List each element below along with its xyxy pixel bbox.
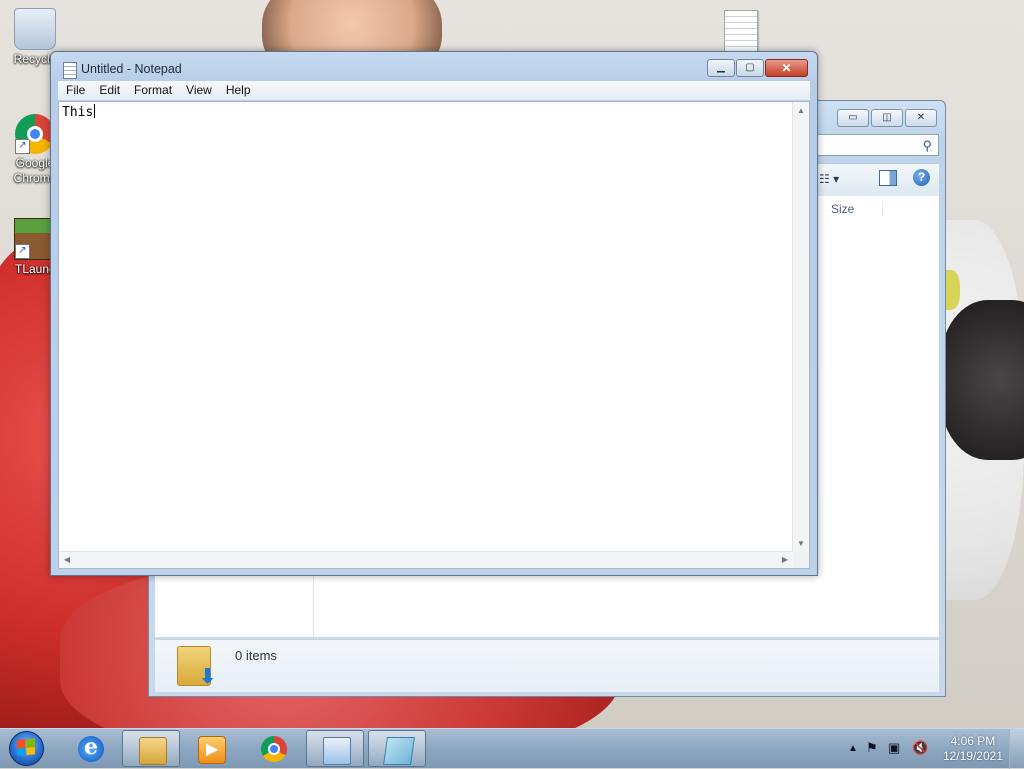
control-panel-icon [323, 737, 351, 765]
menu-help[interactable]: Help [219, 81, 258, 100]
minimize-button[interactable]: ▭ [837, 109, 869, 127]
chrome-icon: ↗ [15, 114, 55, 154]
clock-date: 12/19/2021 [942, 749, 1003, 763]
maximize-button[interactable]: ▢ [736, 59, 764, 77]
volume-muted-icon[interactable]: 🔇 [912, 740, 928, 756]
window-controls: ▭ ◫ ✕ [837, 109, 937, 127]
menu-bar: File Edit Format View Help [58, 81, 810, 100]
menu-format[interactable]: Format [127, 81, 179, 100]
system-tray: ▲ ⚑ ▣ 🔇 4:06 PM 12/19/2021 [834, 729, 1024, 769]
taskbar-internet-explorer[interactable] [62, 730, 120, 767]
shortcut-arrow-icon: ↗ [15, 139, 30, 154]
text-document-icon[interactable] [724, 10, 758, 52]
change-view-button[interactable]: ☷ ▾ [819, 172, 839, 186]
editor-text: This [62, 104, 96, 120]
shortcut-arrow-icon: ↗ [15, 244, 30, 259]
chrome-icon [261, 736, 287, 762]
text-caret [94, 104, 96, 118]
item-count: 0 items [235, 648, 277, 663]
notepad-icon [383, 737, 415, 765]
recycle-bin-icon [14, 8, 56, 50]
editor-content: This [62, 105, 94, 120]
ie-icon [78, 734, 104, 762]
wallpaper-shape [940, 300, 1024, 460]
vertical-scrollbar[interactable]: ▲ ▼ [792, 102, 809, 552]
restore-button[interactable]: ◫ [871, 109, 903, 127]
preview-pane-icon[interactable] [879, 170, 897, 186]
menu-view[interactable]: View [179, 81, 219, 100]
taskbar: ▲ ⚑ ▣ 🔇 4:06 PM 12/19/2021 [0, 728, 1024, 769]
resize-grip[interactable] [793, 552, 809, 568]
notepad-window[interactable]: Untitled - Notepad ▁ ▢ ✕ File Edit Format V… [50, 51, 818, 576]
scroll-right-icon[interactable]: ▶ [782, 555, 788, 564]
menu-file[interactable]: File [58, 81, 92, 100]
taskbar-windows-explorer[interactable] [122, 730, 180, 767]
scroll-down-icon[interactable]: ▼ [797, 539, 805, 548]
horizontal-scrollbar[interactable]: ◀ ▶ [59, 551, 793, 568]
clock-time: 4:06 PM [950, 734, 996, 748]
taskbar-control-panel[interactable] [306, 730, 364, 767]
network-icon[interactable]: ▣ [888, 740, 900, 756]
menu-edit[interactable]: Edit [92, 81, 127, 100]
search-icon: ⚲ [922, 138, 932, 153]
folder-icon [139, 737, 167, 765]
downloads-folder-icon [177, 646, 216, 689]
windows-logo-icon [17, 738, 35, 756]
details-pane: 0 items [155, 639, 939, 692]
window-controls: ▁ ▢ ✕ [707, 59, 808, 77]
show-hidden-icons-button[interactable]: ▲ [848, 743, 858, 754]
scroll-left-icon[interactable]: ◀ [64, 555, 70, 564]
taskbar-notepad[interactable] [368, 730, 426, 767]
minimize-button[interactable]: ▁ [707, 59, 735, 77]
show-desktop-button[interactable] [1009, 729, 1024, 769]
help-icon[interactable]: ? [913, 169, 930, 186]
taskbar-google-chrome[interactable] [245, 730, 303, 767]
window-title: Untitled - Notepad [81, 62, 182, 76]
search-input[interactable]: ⚲ [817, 134, 939, 156]
media-player-icon [198, 736, 226, 764]
notepad-icon [63, 62, 77, 79]
column-header-size[interactable]: Size [831, 202, 884, 216]
taskbar-media-player[interactable] [182, 730, 240, 767]
clock[interactable]: 4:06 PM 12/19/2021 [943, 734, 1003, 764]
start-button[interactable] [4, 729, 48, 769]
action-center-flag-icon[interactable]: ⚑ [866, 740, 878, 756]
text-editor[interactable]: This ▲ ▼ ◀ ▶ [58, 101, 810, 569]
close-button[interactable]: ✕ [905, 109, 937, 127]
close-button[interactable]: ✕ [765, 59, 808, 77]
scroll-up-icon[interactable]: ▲ [797, 106, 805, 115]
